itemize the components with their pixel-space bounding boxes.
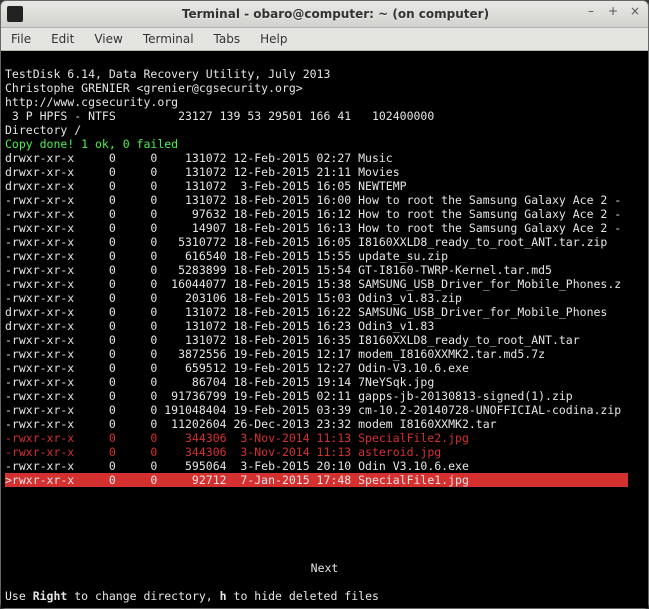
file-row[interactable]: -rwxr-xr-x 0 0 659512 19-Feb-2015 12:27 … <box>5 361 644 375</box>
file-row[interactable]: >rwxr-xr-x 0 0 92712 7-Jan-2015 17:48 Sp… <box>5 473 644 487</box>
file-row[interactable]: -rwxr-xr-x 0 0 97632 18-Feb-2015 16:12 H… <box>5 207 644 221</box>
menu-terminal[interactable]: Terminal <box>133 30 204 48</box>
header-line-1: TestDisk 6.14, Data Recovery Utility, Ju… <box>5 67 330 81</box>
file-row[interactable]: -rwxr-xr-x 0 0 344306 3-Nov-2014 11:13 a… <box>5 445 644 459</box>
help-line-1: Use Right to change directory, h to hide… <box>5 589 644 603</box>
next-label[interactable]: Next <box>311 561 339 575</box>
partition-line: 3 P HPFS - NTFS 23127 139 53 29501 166 4… <box>5 109 434 123</box>
file-listing: drwxr-xr-x 0 0 131072 12-Feb-2015 02:27 … <box>5 151 644 487</box>
file-row[interactable]: drwxr-xr-x 0 0 131072 18-Feb-2015 16:22 … <box>5 305 644 319</box>
header-line-3: http://www.cgsecurity.org <box>5 95 178 109</box>
file-row[interactable]: -rwxr-xr-x 0 0 595064 3-Feb-2015 20:10 O… <box>5 459 644 473</box>
menu-help[interactable]: Help <box>250 30 297 48</box>
maximize-button[interactable]: + <box>604 4 622 20</box>
directory-line: Directory / <box>5 123 81 137</box>
menu-tabs[interactable]: Tabs <box>204 30 251 48</box>
file-row[interactable]: -rwxr-xr-x 0 0 86704 18-Feb-2015 19:14 7… <box>5 375 644 389</box>
file-row[interactable]: -rwxr-xr-x 0 0 11202604 26-Dec-2013 23:3… <box>5 417 644 431</box>
window-controls: – + × <box>582 4 644 20</box>
file-row[interactable]: drwxr-xr-x 0 0 131072 12-Feb-2015 02:27 … <box>5 151 644 165</box>
file-row[interactable]: -rwxr-xr-x 0 0 131072 18-Feb-2015 16:35 … <box>5 333 644 347</box>
terminal-window: Terminal - obaro@computer: ~ (on compute… <box>0 0 649 609</box>
file-row[interactable]: -rwxr-xr-x 0 0 616540 18-Feb-2015 15:55 … <box>5 249 644 263</box>
terminal-icon <box>7 6 23 22</box>
copy-status: Copy done! 1 ok, 0 failed <box>5 137 178 151</box>
file-row[interactable]: -rwxr-xr-x 0 0 344306 3-Nov-2014 11:13 S… <box>5 431 644 445</box>
file-row[interactable]: -rwxr-xr-x 0 0 91736799 19-Feb-2015 02:1… <box>5 389 644 403</box>
file-row[interactable]: -rwxr-xr-x 0 0 16044077 18-Feb-2015 15:3… <box>5 277 644 291</box>
file-row[interactable]: drwxr-xr-x 0 0 131072 3-Feb-2015 16:05 N… <box>5 179 644 193</box>
menubar: File Edit View Terminal Tabs Help <box>1 28 648 51</box>
file-row[interactable]: -rwxr-xr-x 0 0 5310772 18-Feb-2015 16:05… <box>5 235 644 249</box>
terminal-output[interactable]: TestDisk 6.14, Data Recovery Utility, Ju… <box>1 51 648 608</box>
header-line-2: Christophe GRENIER <grenier@cgsecurity.o… <box>5 81 303 95</box>
file-row[interactable]: drwxr-xr-x 0 0 131072 12-Feb-2015 21:11 … <box>5 165 644 179</box>
file-row[interactable]: drwxr-xr-x 0 0 131072 18-Feb-2015 16:23 … <box>5 319 644 333</box>
file-row[interactable]: -rwxr-xr-x 0 0 5283899 18-Feb-2015 15:54… <box>5 263 644 277</box>
titlebar[interactable]: Terminal - obaro@computer: ~ (on compute… <box>1 1 648 28</box>
menu-view[interactable]: View <box>84 30 132 48</box>
window-title: Terminal - obaro@computer: ~ (on compute… <box>23 7 648 21</box>
close-button[interactable]: × <box>626 4 644 20</box>
file-row[interactable]: -rwxr-xr-x 0 0 3872556 19-Feb-2015 12:17… <box>5 347 644 361</box>
menu-file[interactable]: File <box>1 30 41 48</box>
minimize-button[interactable]: – <box>582 4 600 20</box>
file-row[interactable]: -rwxr-xr-x 0 0 14907 18-Feb-2015 16:13 H… <box>5 221 644 235</box>
file-row[interactable]: -rwxr-xr-x 0 0 203106 18-Feb-2015 15:03 … <box>5 291 644 305</box>
file-row[interactable]: -rwxr-xr-x 0 0 191048404 19-Feb-2015 03:… <box>5 403 644 417</box>
menu-edit[interactable]: Edit <box>41 30 84 48</box>
file-row[interactable]: -rwxr-xr-x 0 0 131072 18-Feb-2015 16:00 … <box>5 193 644 207</box>
